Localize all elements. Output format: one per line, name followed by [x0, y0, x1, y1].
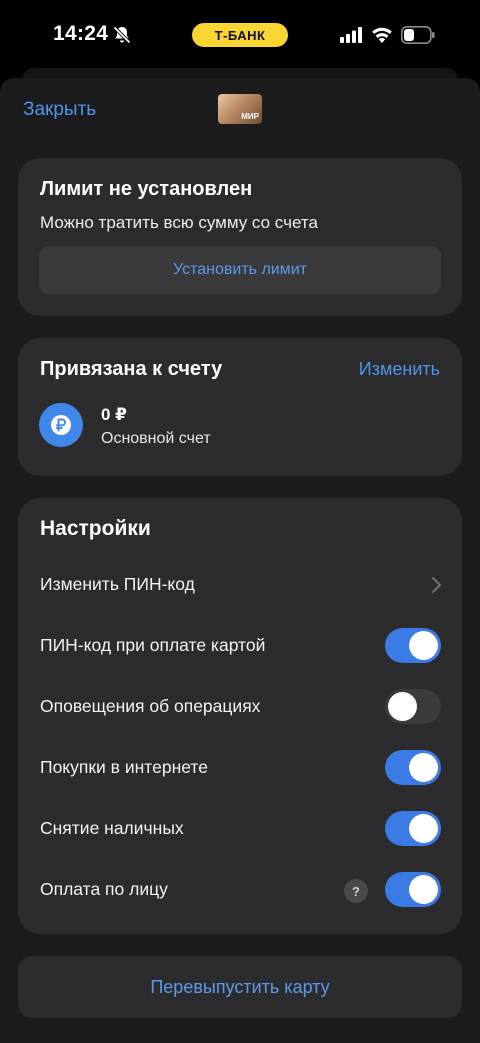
- limit-card: Лимит не установлен Можно тратить всю су…: [18, 158, 462, 316]
- settings-card: Настройки Изменить ПИН-код ПИН-код при о…: [18, 498, 462, 934]
- settings-title: Настройки: [40, 517, 151, 540]
- limit-title: Лимит не установлен: [40, 178, 253, 200]
- settings-row-change-pin[interactable]: Изменить ПИН-код: [18, 563, 462, 607]
- status-bar: 14:24 Т-БАНК: [0, 0, 480, 72]
- battery-icon: [401, 26, 435, 44]
- close-button[interactable]: Закрыть: [23, 99, 96, 121]
- card-thumbnail: МИР: [218, 94, 262, 124]
- account-balance: 0 ₽: [101, 405, 128, 424]
- toggle-knob: [409, 875, 438, 904]
- settings-row-notifications: Оповещения об операциях: [18, 685, 462, 729]
- settings-row-label: Снятие наличных: [40, 818, 184, 838]
- cash-withdrawal-toggle[interactable]: [385, 811, 441, 846]
- face-payment-toggle[interactable]: [385, 872, 441, 907]
- settings-row-cash-withdrawal: Снятие наличных: [18, 807, 462, 851]
- limit-subtitle: Можно тратить всю сумму со счета: [40, 213, 318, 232]
- account-name: Основной счет: [101, 430, 211, 447]
- linked-account-title: Привязана к счету: [40, 358, 223, 380]
- status-time: 14:24: [53, 22, 109, 45]
- settings-row-label: Изменить ПИН-код: [40, 574, 195, 594]
- pin-on-payment-toggle[interactable]: [385, 628, 441, 663]
- change-account-button[interactable]: Изменить: [359, 359, 440, 380]
- toggle-knob: [409, 753, 438, 782]
- settings-row-label: ПИН-код при оплате картой: [40, 635, 266, 655]
- wifi-icon: [372, 27, 392, 43]
- settings-row-pin-on-payment: ПИН-код при оплате картой: [18, 624, 462, 668]
- operator-pill: Т-БАНК: [192, 23, 288, 47]
- chevron-right-icon: [431, 576, 442, 594]
- settings-row-online-purchases: Покупки в интернете: [18, 746, 462, 790]
- settings-row-label: Оплата по лицу: [40, 879, 168, 899]
- toggle-knob: [388, 692, 417, 721]
- settings-row-label: Покупки в интернете: [40, 757, 208, 777]
- notifications-toggle[interactable]: [385, 689, 441, 724]
- set-limit-button[interactable]: Установить лимит: [39, 246, 441, 294]
- bell-slash-icon: [113, 26, 131, 44]
- toggle-knob: [409, 631, 438, 660]
- ruble-icon: [39, 403, 83, 447]
- toggle-knob: [409, 814, 438, 843]
- linked-account-card: Привязана к счету Изменить 0 ₽ Основной …: [18, 338, 462, 476]
- ruble-glyph-icon: [51, 415, 71, 435]
- reissue-card-button[interactable]: Перевыпустить карту: [18, 956, 462, 1018]
- help-icon[interactable]: ?: [344, 879, 368, 903]
- online-purchases-toggle[interactable]: [385, 750, 441, 785]
- settings-row-label: Оповещения об операциях: [40, 696, 261, 716]
- settings-row-face-payment: Оплата по лицу ?: [18, 868, 462, 912]
- payment-system-logo: МИР: [241, 112, 259, 121]
- cellular-signal-icon: [340, 27, 362, 43]
